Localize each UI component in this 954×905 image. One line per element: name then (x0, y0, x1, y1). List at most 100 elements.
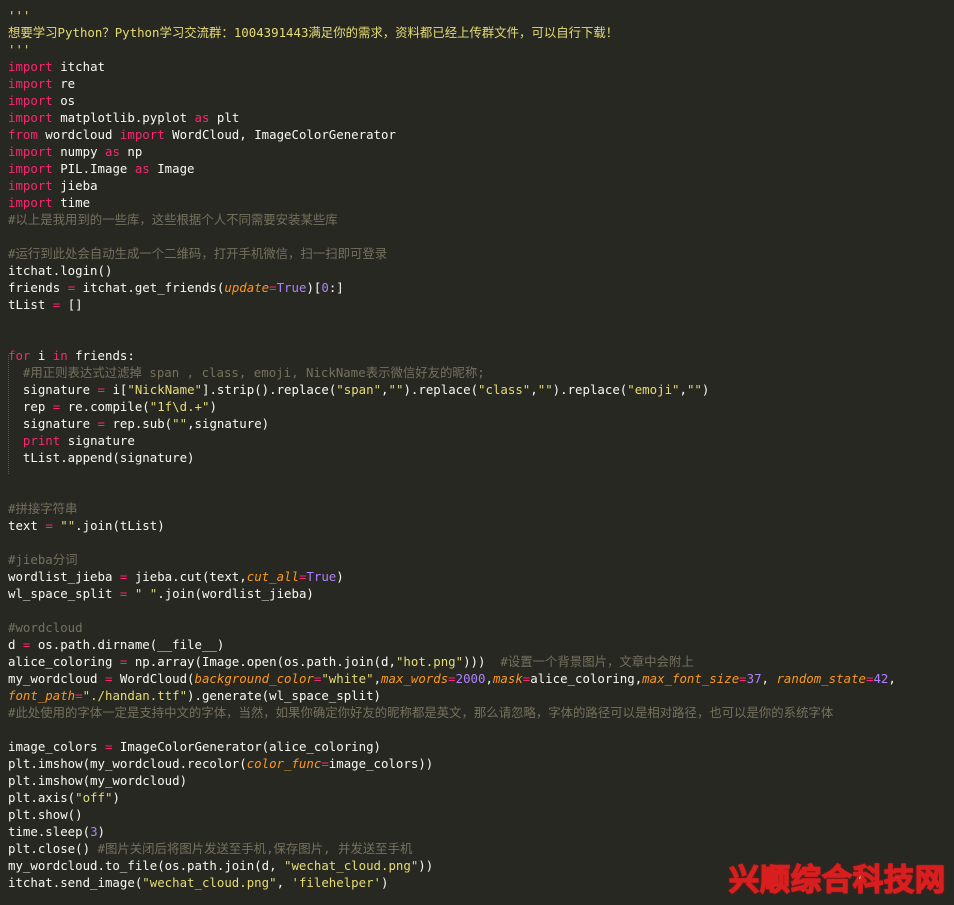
code-token-plain: friends: (67, 348, 135, 363)
code-token-kw: import (8, 178, 53, 193)
code-line: plt.axis("off") (8, 789, 954, 806)
code-token-plain: rep.sub( (105, 416, 173, 431)
code-token-plain: , (761, 671, 777, 686)
code-token-plain: signature (8, 382, 98, 397)
code-line: ​ (8, 602, 954, 619)
code-line: plt.imshow(my_wordcloud) (8, 772, 954, 789)
code-token-plain: my_wordcloud (8, 671, 105, 686)
code-token-plain: , (381, 382, 389, 397)
code-token-plain: ) (381, 875, 389, 890)
code-token-kw: for (8, 348, 31, 363)
code-token-str: "" (388, 382, 404, 397)
code-token-kw: import (119, 127, 165, 142)
code-line: #此处使用的字体一定是支持中文的字体，当然，如果你确定你好友的昵称都是英文，那么… (8, 704, 954, 721)
code-token-plain: ,signature) (187, 416, 270, 431)
code-token-const: True (306, 569, 337, 584)
code-token-plain: signature (8, 416, 98, 431)
code-line: import time (8, 194, 954, 211)
code-token-plain: ) (336, 569, 344, 584)
code-line: #wordcloud (8, 619, 954, 636)
code-line: friends = itchat.get_friends(update=True… (8, 279, 954, 296)
code-token-plain: ) (97, 824, 105, 839)
code-line: #以上是我用到的一些库，这些根据个人不同需要安装某些库 (8, 211, 954, 228)
code-line: import jieba (8, 177, 954, 194)
code-line: for i in friends: (8, 347, 954, 364)
code-token-op: = (321, 756, 329, 771)
code-token-op: = (75, 688, 83, 703)
code-line: #拼接字符串 (8, 500, 954, 517)
code-token-str: "NickName" (127, 382, 202, 397)
code-token-cmt: #用正则表达式过滤掉 span , class, emoji, NickName… (22, 365, 485, 380)
code-token-plain: jieba (52, 178, 98, 193)
code-token-num: 2000 (455, 671, 486, 686)
code-line: alice_coloring = np.array(Image.open(os.… (8, 653, 954, 670)
code-token-str: "hot.png" (395, 654, 464, 669)
code-token-plain: tList.append(signature) (8, 450, 195, 465)
code-token-plain: itchat (52, 59, 105, 74)
code-token-plain: [] (60, 297, 83, 312)
code-token-param: max_font_size (642, 671, 740, 686)
code-line: ​ (8, 721, 954, 738)
code-token-plain: PIL.Image (52, 161, 135, 176)
code-token-str: ''' (8, 8, 31, 23)
code-token-param: mask (492, 671, 523, 686)
code-line: wl_space_split = " ".join(wordlist_jieba… (8, 585, 954, 602)
code-token-plain: , (485, 671, 493, 686)
code-token-str: "wechat_cloud.png" (142, 875, 277, 890)
code-line: itchat.login() (8, 262, 954, 279)
code-token-plain: ).replace( (552, 382, 628, 397)
code-token-plain: WordCloud( (112, 671, 195, 686)
code-token-plain: np (119, 144, 143, 159)
code-line: rep = re.compile("1f\d.+") (8, 398, 954, 415)
code-line: wordlist_jieba = jieba.cut(text,cut_all=… (8, 568, 954, 585)
code-token-param: max_words (381, 671, 449, 686)
code-token-cmt: #设置一个背景图片，文章中会附上 (500, 654, 694, 669)
code-token-plain: image_colors)) (328, 756, 434, 771)
code-token-kw: as (194, 110, 210, 125)
code-token-str: "" (537, 382, 553, 397)
code-token-plain: :] (328, 280, 344, 295)
code-area[interactable]: ''' 想要学习Python？Python学习交流群：1004391443满足你的… (8, 7, 954, 891)
code-token-cmt: #拼接字符串 (8, 501, 78, 516)
code-line: signature = i["NickName"].strip().replac… (8, 381, 954, 398)
code-token-plain: itchat.get_friends( (75, 280, 225, 295)
code-token-plain: matplotlib.pyplot (52, 110, 195, 125)
code-token-plain: alice_coloring (8, 654, 120, 669)
code-token-kw: as (134, 161, 150, 176)
code-line: from wordcloud import WordCloud, ImageCo… (8, 126, 954, 143)
code-line: my_wordcloud = WordCloud(background_colo… (8, 670, 954, 687)
watermark-logo: 兴顺综合科技网 (728, 862, 946, 899)
code-token-str: "./handan.ttf" (82, 688, 188, 703)
code-token-const: True (276, 280, 307, 295)
code-token-plain: ].strip().replace( (202, 382, 337, 397)
code-token-plain: ).replace( (403, 382, 479, 397)
code-token-plain: ).generate(wl_space_split) (187, 688, 382, 703)
code-token-str: ''' (8, 42, 31, 57)
code-token-plain: ImageColorGenerator(alice_coloring) (112, 739, 382, 754)
code-token-num: 0 (321, 280, 329, 295)
code-line: print signature (8, 432, 954, 449)
code-token-str: "" (172, 416, 188, 431)
code-token-param: background_color (194, 671, 314, 686)
code-token-plain: plt.axis( (8, 790, 76, 805)
code-line: ​ (8, 228, 954, 245)
code-token-kw: import (8, 110, 53, 125)
code-token-op: = (739, 671, 747, 686)
code-token-cmt: #wordcloud (8, 620, 83, 635)
code-line: tList = [] (8, 296, 954, 313)
code-token-plain: os (52, 93, 76, 108)
code-editor[interactable]: ''' 想要学习Python？Python学习交流群：1004391443满足你的… (8, 7, 954, 905)
code-token-str: "" (60, 518, 76, 533)
code-token-plain: d (8, 637, 23, 652)
code-token-kw: in (52, 348, 68, 363)
code-line: ​ (8, 483, 954, 500)
code-token-plain: wl_space_split (8, 586, 120, 601)
code-token-param: font_path (8, 688, 76, 703)
code-line: ​ (8, 313, 954, 330)
code-line: import numpy as np (8, 143, 954, 160)
code-token-plain: .join(wordlist_jieba) (157, 586, 314, 601)
code-line: image_colors = ImageColorGenerator(alice… (8, 738, 954, 755)
code-token-param: color_func (246, 756, 322, 771)
